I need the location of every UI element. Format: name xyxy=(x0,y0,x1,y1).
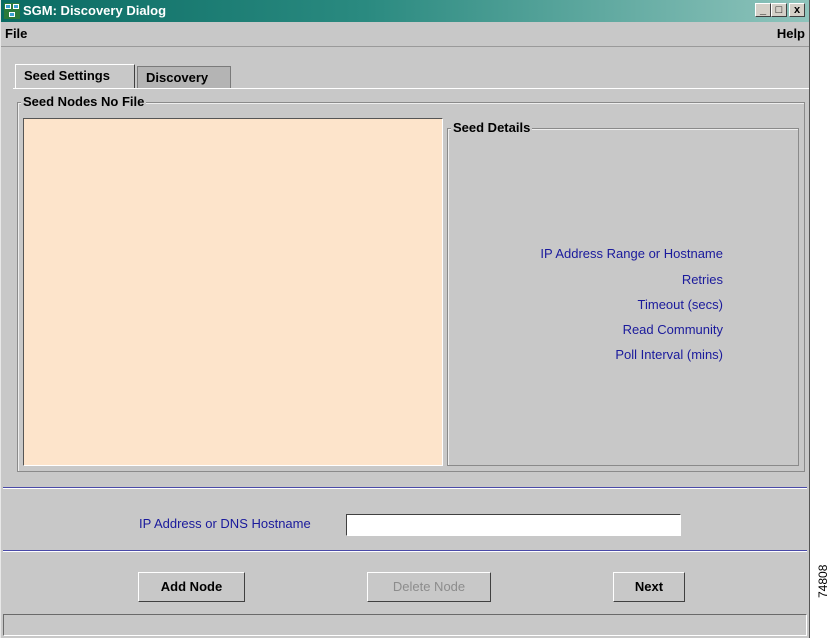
detail-ip-range-label: IP Address Range or Hostname xyxy=(540,246,723,261)
menu-help[interactable]: Help xyxy=(777,26,805,41)
figure-number: 74808 xyxy=(816,564,830,598)
divider-bottom xyxy=(3,550,807,552)
seed-details-title: Seed Details xyxy=(451,120,533,135)
tab-seed-settings[interactable]: Seed Settings xyxy=(15,64,135,88)
detail-read-community-label: Read Community xyxy=(622,322,723,337)
app-network-icon xyxy=(4,3,20,19)
ip-hostname-input[interactable] xyxy=(346,514,681,536)
detail-retries-label: Retries xyxy=(681,272,723,287)
menu-file[interactable]: File xyxy=(5,26,27,41)
seed-nodes-list[interactable] xyxy=(23,118,443,466)
status-bar xyxy=(3,614,807,636)
menu-bar: File Help xyxy=(1,22,809,47)
add-node-button[interactable]: Add Node xyxy=(138,572,245,602)
tab-discovery[interactable]: Discovery xyxy=(137,66,231,88)
seed-details-group xyxy=(447,128,799,466)
discovery-dialog-window: SGM: Discovery Dialog _ □ x File Help Se… xyxy=(0,0,810,638)
divider-top xyxy=(3,487,807,489)
window-title: SGM: Discovery Dialog xyxy=(23,3,167,18)
title-bar[interactable]: SGM: Discovery Dialog _ □ x xyxy=(1,0,809,22)
maximize-button[interactable]: □ xyxy=(771,3,787,17)
ip-hostname-label: IP Address or DNS Hostname xyxy=(139,516,311,531)
close-button[interactable]: x xyxy=(789,3,805,17)
delete-node-button[interactable]: Delete Node xyxy=(367,572,491,602)
minimize-button[interactable]: _ xyxy=(755,3,771,17)
seed-nodes-title: Seed Nodes No File xyxy=(21,94,147,109)
detail-poll-interval-label: Poll Interval (mins) xyxy=(615,347,723,362)
detail-timeout-label: Timeout (secs) xyxy=(637,297,723,312)
next-button[interactable]: Next xyxy=(613,572,685,602)
window-controls: _ □ x xyxy=(755,3,805,17)
